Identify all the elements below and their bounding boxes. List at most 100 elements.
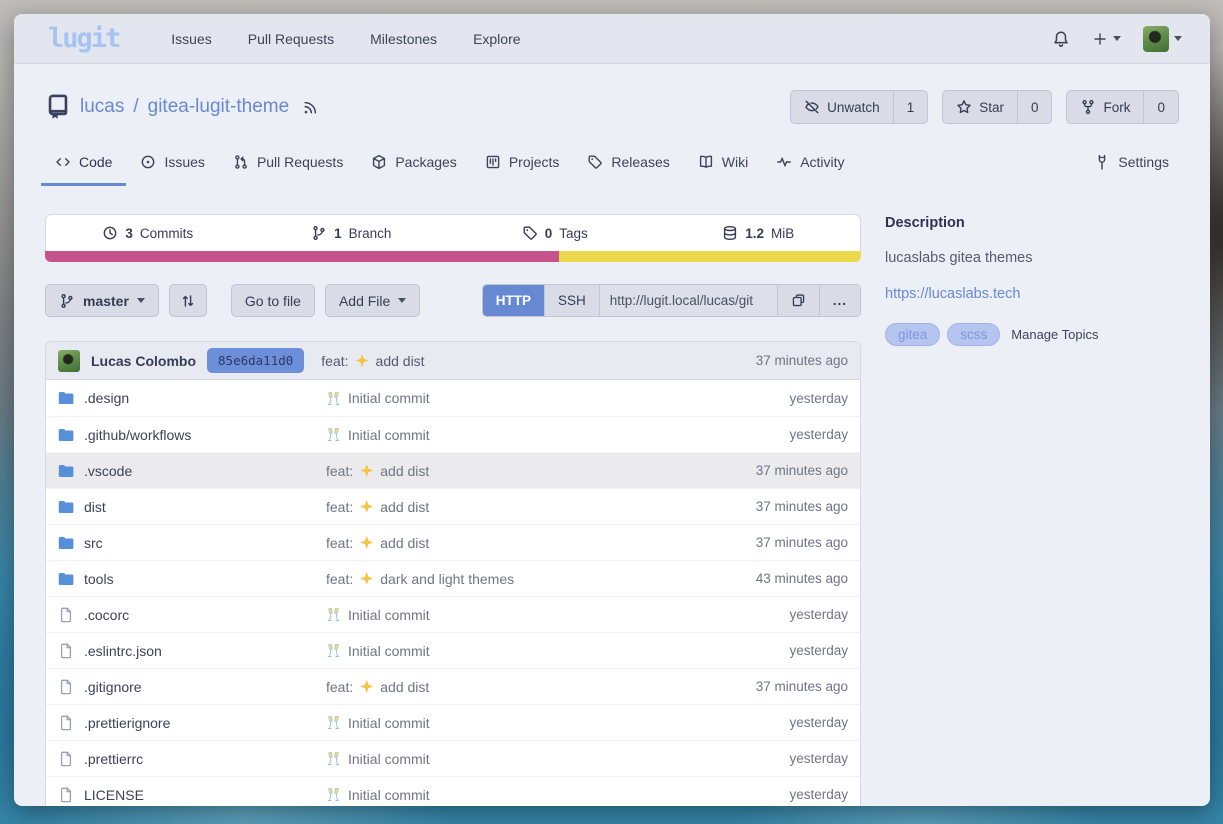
file-name-cell: .vscode [58,463,326,479]
table-row[interactable]: .prettierrc Initial commit yesterday [46,740,860,776]
repo-owner-link[interactable]: lucas [80,96,124,118]
commit-message-link[interactable]: feat: add dist [326,499,429,515]
size-stat[interactable]: 1.2 MiB [657,225,861,241]
repo-name-link[interactable]: gitea-lugit-theme [148,96,290,118]
notifications-bell-icon[interactable] [1046,24,1076,54]
forks-count[interactable]: 0 [1143,91,1178,123]
table-row[interactable]: .gitignore feat: add dist 37 minutes ago [46,668,860,704]
file-name-link[interactable]: src [84,535,103,551]
file-commit-time: yesterday [789,607,848,622]
tab-code[interactable]: Code [41,144,126,186]
compare-button[interactable] [169,284,207,317]
website-link[interactable]: https://lucaslabs.tech [885,286,1020,302]
commit-message-link[interactable]: Initial commit [326,787,430,803]
commit-message-link[interactable]: Initial commit [326,715,430,731]
commit-message-link[interactable]: Initial commit [326,751,430,767]
commit-message-text: add dist [376,353,425,369]
clone-ssh-button[interactable]: SSH [544,285,599,316]
commit-message-link[interactable]: feat: dark and light themes [326,571,514,587]
clone-more-button[interactable]: ... [819,285,860,316]
file-name-cell: dist [58,499,326,515]
copy-url-button[interactable] [777,285,819,316]
table-row[interactable]: .eslintrc.json Initial commit yesterday [46,632,860,668]
table-row[interactable]: .github/workflows Initial commit yesterd… [46,416,860,452]
go-to-file-button[interactable]: Go to file [231,284,315,317]
description-title: Description [885,215,1179,231]
commit-author-avatar[interactable] [58,350,80,372]
commit-message-link[interactable]: Initial commit [326,607,430,623]
language-segment-scss[interactable] [45,251,559,262]
tab-activity[interactable]: Activity [762,144,858,186]
file-name-link[interactable]: .eslintrc.json [84,643,162,659]
tab-projects[interactable]: Projects [471,144,574,186]
commit-message-link[interactable]: Initial commit [326,390,430,406]
rss-icon[interactable] [302,99,319,116]
tab-packages[interactable]: Packages [357,144,470,186]
file-name-link[interactable]: .gitignore [84,679,142,695]
tab-releases[interactable]: Releases [573,144,683,186]
commit-hash-badge[interactable]: 85e6da11d0 [207,348,304,373]
file-commit-time: yesterday [789,391,848,406]
language-bar[interactable] [45,251,861,262]
stars-count[interactable]: 0 [1017,91,1052,123]
file-name-link[interactable]: .prettierignore [84,715,170,731]
file-name-link[interactable]: .prettierrc [84,751,143,767]
commits-stat[interactable]: 3 Commits [46,225,250,241]
file-table: Lucas Colombo 85e6da11d0 feat: add dist … [45,341,861,806]
watchers-count[interactable]: 1 [893,91,928,123]
user-menu[interactable] [1137,20,1188,58]
table-row[interactable]: .prettierignore Initial commit yesterday [46,704,860,740]
copy-icon [791,293,806,308]
file-name-link[interactable]: .cocorc [84,607,129,623]
branches-stat[interactable]: 1 Branch [250,225,454,241]
file-name-link[interactable]: tools [84,571,114,587]
tab-label: Packages [395,154,456,170]
commit-message-cell: Initial commit [326,427,777,443]
file-name-link[interactable]: .vscode [84,463,132,479]
table-row[interactable]: tools feat: dark and light themes 43 min… [46,560,860,596]
tab-pull-requests[interactable]: Pull Requests [219,144,357,186]
nav-pull-requests[interactable]: Pull Requests [230,31,352,47]
nav-issues[interactable]: Issues [153,31,229,47]
branch-icon [59,293,75,309]
tab-settings[interactable]: Settings [1080,144,1183,186]
file-name-link[interactable]: dist [84,499,106,515]
topic-gitea[interactable]: gitea [885,323,940,346]
commit-message-link[interactable]: feat: add dist [326,463,429,479]
table-row[interactable]: .vscode feat: add dist 37 minutes ago [46,452,860,488]
branch-selector[interactable]: master [45,284,159,317]
commit-message-link[interactable]: feat: add dist [326,535,429,551]
file-name-link[interactable]: .design [84,390,129,406]
unwatch-button[interactable]: Unwatch [791,91,893,123]
star-button[interactable]: Star [943,91,1017,123]
create-new-button[interactable] [1086,25,1127,53]
clone-url-input[interactable] [599,285,777,316]
table-row[interactable]: src feat: add dist 37 minutes ago [46,524,860,560]
table-row[interactable]: LICENSE Initial commit yesterday [46,776,860,806]
branch-icon [311,225,327,241]
commit-message-link[interactable]: Initial commit [326,427,430,443]
commit-author-name[interactable]: Lucas Colombo [91,353,196,369]
tab-wiki[interactable]: Wiki [684,144,762,186]
manage-topics-link[interactable]: Manage Topics [1011,327,1098,342]
lugit-logo[interactable]: lugit [48,23,119,54]
clone-http-button[interactable]: HTTP [483,285,544,316]
tags-stat[interactable]: 0 Tags [453,225,657,241]
sparkles-emoji [360,464,373,477]
commit-message-prefix: feat: [326,463,353,479]
fork-button[interactable]: Fork [1067,91,1143,123]
tab-issues[interactable]: Issues [126,144,218,186]
topic-scss[interactable]: scss [947,323,1000,346]
table-row[interactable]: .design Initial commit yesterday [46,380,860,416]
file-name-link[interactable]: LICENSE [84,787,144,803]
table-row[interactable]: .cocorc Initial commit yesterday [46,596,860,632]
add-file-button[interactable]: Add File [325,284,420,317]
file-name-link[interactable]: .github/workflows [84,427,191,443]
nav-milestones[interactable]: Milestones [352,31,455,47]
commit-message-link[interactable]: feat: add dist [321,353,424,369]
commit-message-link[interactable]: Initial commit [326,643,430,659]
table-row[interactable]: dist feat: add dist 37 minutes ago [46,488,860,524]
nav-explore[interactable]: Explore [455,31,538,47]
commit-message-link[interactable]: feat: add dist [326,679,429,695]
language-segment-javascript[interactable] [559,251,861,262]
